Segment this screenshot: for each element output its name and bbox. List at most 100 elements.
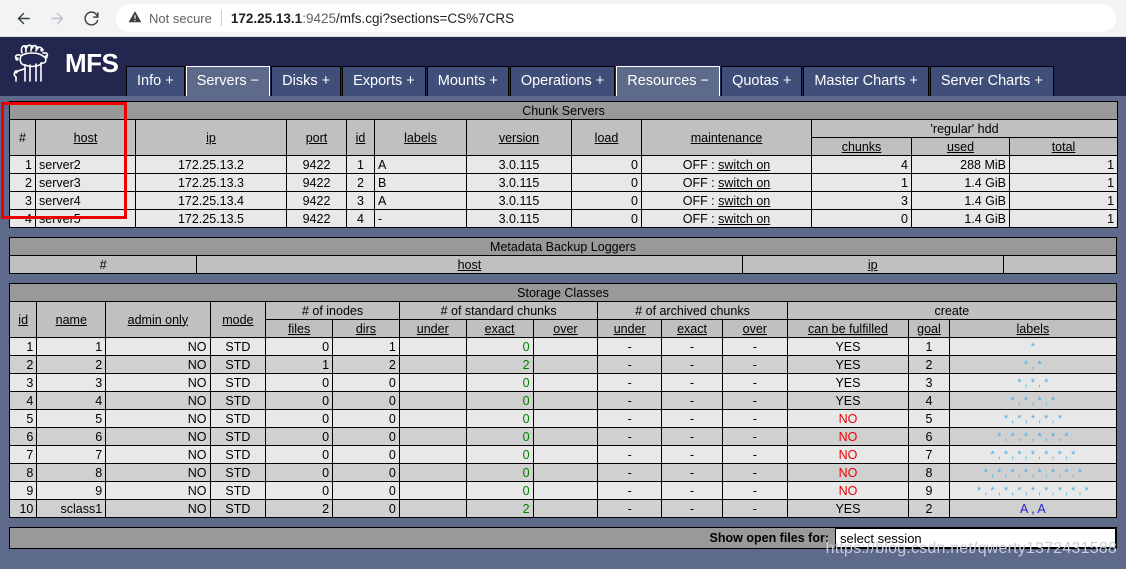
- col-chunks[interactable]: chunks: [811, 137, 912, 156]
- cs-cell-ip: 172.25.13.4: [135, 191, 287, 210]
- sc-cell-dirs: 0: [332, 499, 400, 518]
- sc-col-admin-only[interactable]: admin only: [105, 301, 211, 338]
- show-open-files-label: Show open files for:: [709, 531, 829, 545]
- mbl-col-ip[interactable]: ip: [741, 255, 1004, 274]
- sc-cell-files: 0: [265, 463, 334, 482]
- maintenance-switch-on-link[interactable]: switch on: [718, 176, 770, 190]
- nav-tab-master-charts[interactable]: Master Charts +: [803, 66, 929, 96]
- sc-col-fulfilled[interactable]: can be fulfilled: [786, 319, 910, 338]
- maintenance-state: OFF :: [682, 211, 715, 226]
- sc-col-arch-over[interactable]: over: [721, 319, 788, 338]
- nav-tab-operations[interactable]: Operations +: [509, 66, 616, 96]
- sc-cell-arch-over: -: [721, 499, 788, 518]
- sc-cell-name: 1: [36, 337, 107, 356]
- sc-cell-admin-only: NO: [105, 337, 211, 356]
- sc-col-goal[interactable]: goal: [908, 319, 950, 338]
- mbl-col-host[interactable]: host: [196, 255, 743, 274]
- sc-col-std-over[interactable]: over: [532, 319, 599, 338]
- sc-cell-mode: STD: [209, 373, 267, 392]
- cs-cell-load: 0: [571, 209, 642, 228]
- col-host[interactable]: host: [35, 119, 136, 156]
- cs-cell-host: server2: [35, 155, 136, 174]
- sc-cell-std-exact: 0: [465, 409, 534, 428]
- sc-cell-can-be-fulfilled: NO: [786, 463, 910, 482]
- col-used[interactable]: used: [911, 137, 1010, 156]
- sc-cell-goal: 3: [908, 373, 950, 392]
- forward-button[interactable]: [42, 3, 72, 33]
- maintenance-switch-on-link[interactable]: switch on: [718, 158, 770, 172]
- address-bar[interactable]: Not secure 172.25.13.1:9425/mfs.cgi?sect…: [116, 4, 1116, 32]
- nav-tab-exports[interactable]: Exports +: [342, 66, 426, 96]
- sc-col-dirs[interactable]: dirs: [332, 319, 400, 338]
- sc-cell-goal: 9: [908, 481, 950, 500]
- back-button[interactable]: [8, 3, 38, 33]
- sc-cell-dirs: 1: [332, 337, 400, 356]
- moose-logo-icon: [8, 41, 64, 87]
- sc-cell-name: 3: [36, 373, 107, 392]
- sc-col-arch-under[interactable]: under: [597, 319, 663, 338]
- sc-col-files[interactable]: files: [265, 319, 334, 338]
- sc-cell-goal: 4: [908, 391, 950, 410]
- app-logo[interactable]: MFS: [8, 37, 126, 96]
- sc-cell-std-exact: 0: [465, 373, 534, 392]
- storage-class-row: 8 8 NO STD 0 0 0- - - NO 8 * , * , * , * , * , * , …: [8, 463, 1118, 482]
- cs-cell-labels: A: [374, 191, 467, 210]
- col-maintenance[interactable]: maintenance: [641, 119, 812, 156]
- sc-cell-labels: * , * , * , * , * , * , * , * , *: [948, 481, 1118, 500]
- warning-triangle-icon: [128, 10, 142, 27]
- nav-tab-disks[interactable]: Disks +: [271, 66, 342, 96]
- sc-cell-admin-only: NO: [105, 373, 211, 392]
- nav-tab-info[interactable]: Info +: [126, 66, 185, 96]
- sc-cell-name: 2: [36, 355, 107, 374]
- sc-cell-can-be-fulfilled: YES: [786, 355, 910, 374]
- col-load[interactable]: load: [571, 119, 642, 156]
- sc-col-labels[interactable]: labels: [948, 319, 1118, 338]
- sc-cell-id: 7: [8, 445, 38, 464]
- cs-cell-labels: -: [374, 209, 467, 228]
- sc-cell-labels: A , A: [948, 499, 1118, 518]
- sc-cell-dirs: 0: [332, 445, 400, 464]
- cs-cell-num: 1: [9, 155, 36, 174]
- nav-tab-servers[interactable]: Servers −: [185, 66, 271, 96]
- reload-button[interactable]: [76, 3, 106, 33]
- nav-tab-server-charts[interactable]: Server Charts +: [929, 66, 1054, 96]
- cs-cell-used: 1.4 GiB: [911, 191, 1010, 210]
- sc-cell-labels: * , * , * , *: [948, 391, 1118, 410]
- cs-cell-ip: 172.25.13.2: [135, 155, 287, 174]
- sc-cell-dirs: 0: [332, 463, 400, 482]
- maintenance-switch-on-link[interactable]: switch on: [718, 194, 770, 208]
- sc-cell-std-over: [532, 463, 599, 482]
- col-version[interactable]: version: [466, 119, 572, 156]
- maintenance-switch-on-link[interactable]: switch on: [718, 212, 770, 226]
- sc-cell-arch-exact: -: [661, 463, 723, 482]
- col-total[interactable]: total: [1008, 137, 1119, 156]
- sc-col-arch-exact[interactable]: exact: [661, 319, 723, 338]
- col-ip[interactable]: ip: [135, 119, 287, 156]
- sc-col-id[interactable]: id: [8, 301, 38, 338]
- cs-cell-total: 1: [1008, 191, 1119, 210]
- sc-col-std-under[interactable]: under: [398, 319, 467, 338]
- sc-col-mode[interactable]: mode: [209, 301, 267, 338]
- sc-cell-goal: 1: [908, 337, 950, 356]
- cs-cell-id: 2: [346, 173, 375, 192]
- url-text: 172.25.13.1:9425/mfs.cgi?sections=CS%7CR…: [231, 11, 514, 26]
- sc-col-name[interactable]: name: [36, 301, 107, 338]
- main-nav: Info + Servers − Disks + Exports + Mounts + O…: [126, 37, 1055, 96]
- col-labels[interactable]: labels: [374, 119, 467, 156]
- sc-cell-goal: 5: [908, 409, 950, 428]
- sc-cell-arch-under: -: [597, 373, 663, 392]
- col-port[interactable]: port: [286, 119, 347, 156]
- nav-tab-resources[interactable]: Resources −: [616, 66, 721, 96]
- sc-cell-mode: STD: [209, 427, 267, 446]
- sc-cell-id: 2: [8, 355, 38, 374]
- sc-group-create: create: [786, 301, 1118, 320]
- mbl-header-row: # host ip: [8, 255, 1118, 274]
- nav-tab-quotas[interactable]: Quotas +: [721, 66, 803, 96]
- chunk-servers-group-row: # host ip port id labels version load ma…: [9, 119, 1119, 156]
- sc-col-std-exact[interactable]: exact: [465, 319, 534, 338]
- nav-tab-mounts[interactable]: Mounts +: [426, 66, 509, 96]
- col-id[interactable]: id: [346, 119, 375, 156]
- chunk-servers-title: Chunk Servers: [8, 101, 1119, 120]
- sc-cell-files: 2: [265, 499, 334, 518]
- cs-cell-chunks: 4: [811, 155, 912, 174]
